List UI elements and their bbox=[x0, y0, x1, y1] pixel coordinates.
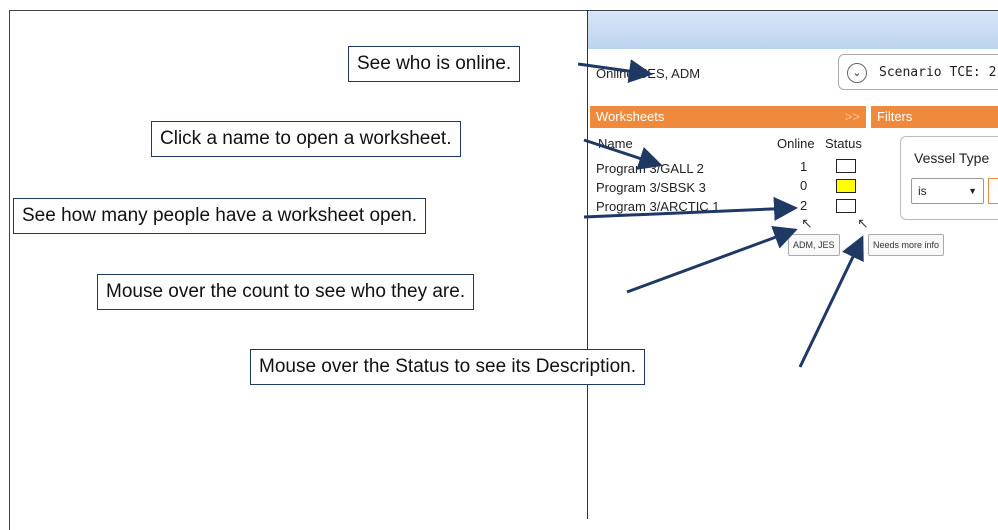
callout-people-count: See how many people have a worksheet ope… bbox=[13, 198, 427, 234]
arrow-people-count bbox=[583, 196, 798, 221]
callout-online: See who is online. bbox=[348, 46, 521, 82]
arrow-open-worksheet bbox=[583, 138, 663, 170]
callout-open-worksheet: Click a name to open a worksheet. bbox=[151, 121, 461, 157]
arrow-mouse-status bbox=[798, 235, 864, 368]
callout-mouse-status: Mouse over the Status to see its Descrip… bbox=[250, 349, 646, 385]
arrow-mouse-count bbox=[626, 226, 798, 294]
callout-mouse-count: Mouse over the count to see who they are… bbox=[97, 274, 475, 310]
arrow-online bbox=[577, 59, 653, 83]
